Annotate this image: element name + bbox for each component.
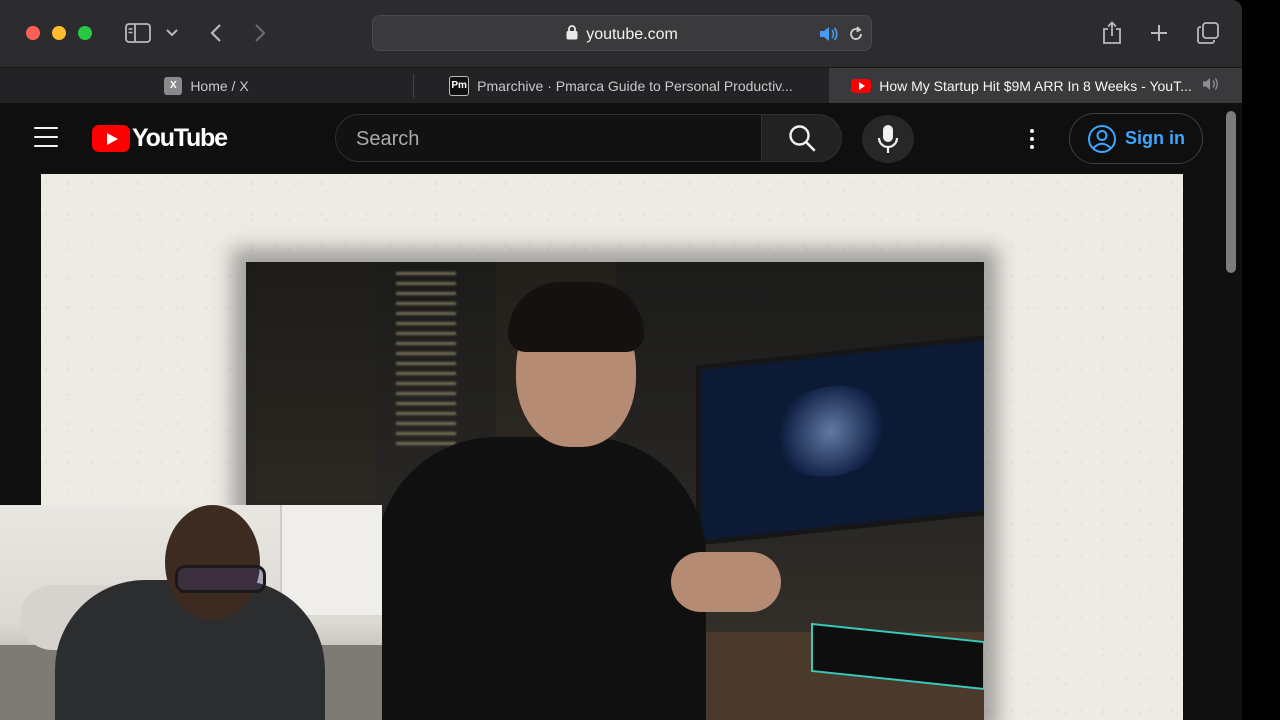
search-icon [788,125,815,152]
tab-audio-icon[interactable] [1202,77,1220,94]
forward-icon[interactable] [250,22,270,44]
page-scrollbar[interactable] [1226,111,1236,273]
youtube-play-icon [92,125,130,152]
speaker-icon[interactable] [819,25,839,43]
account-icon [1088,124,1116,153]
new-tab-icon[interactable] [1148,22,1170,44]
sign-in-label: Sign in [1125,128,1185,148]
youtube-logo-text: YouTube [132,124,228,152]
person [376,437,706,720]
tab-label: Pmarchive · Pmarca Guide to Personal Pro… [477,77,793,94]
tab-label: Home / X [190,77,249,94]
sidebar-toggle-icon[interactable] [124,22,152,44]
search-button[interactable] [762,114,842,162]
search-box[interactable] [335,114,762,162]
monitor [696,334,984,546]
tab-pmarchive[interactable]: Pm Pmarchive · Pmarca Guide to Personal … [414,68,828,103]
tab-youtube-video[interactable]: How My Startup Hit $9M ARR In 8 Weeks - … [829,68,1242,103]
glasses [175,565,266,593]
desktop-edge [1242,0,1280,720]
person-hair [508,282,644,352]
webcam-person-head [165,505,260,620]
chevron-down-icon[interactable] [164,26,180,40]
browser-window: youtube.com X Home / X Pm Pmarchive · Pm… [0,0,1242,720]
tab-overview-icon[interactable] [1196,21,1220,45]
tab-bar: X Home / X Pm Pmarchive · Pmarca Guide t… [0,67,1242,103]
tab-label: How My Startup Hit $9M ARR In 8 Weeks - … [879,77,1192,94]
title-bar: youtube.com [0,0,1242,67]
search-input[interactable] [354,125,738,153]
youtube-logo[interactable]: YouTube [92,124,228,153]
reload-icon[interactable] [847,25,865,43]
city-lights [396,272,456,452]
address-url: youtube.com [373,25,871,45]
menu-icon[interactable] [34,127,58,147]
sign-in-button[interactable]: Sign in [1069,113,1203,164]
youtube-masthead: YouTube Sign in [0,103,1222,175]
close-window-button[interactable] [26,26,40,40]
settings-more-icon[interactable] [1022,125,1042,153]
voice-search-button[interactable] [862,115,914,163]
youtube-icon [851,78,872,93]
share-icon[interactable] [1100,20,1124,46]
tab-home-x[interactable]: X Home / X [0,68,413,103]
lock-icon [566,25,578,45]
person-arm [671,552,781,612]
pm-favicon-icon: Pm [449,75,470,96]
address-bar[interactable]: youtube.com [372,15,872,51]
back-icon[interactable] [206,22,226,44]
minimize-window-button[interactable] [52,26,66,40]
microphone-icon [877,125,899,153]
x-favicon-icon: X [164,76,183,95]
webcam-overlay [0,505,382,720]
zoom-window-button[interactable] [78,26,92,40]
door [280,505,382,615]
